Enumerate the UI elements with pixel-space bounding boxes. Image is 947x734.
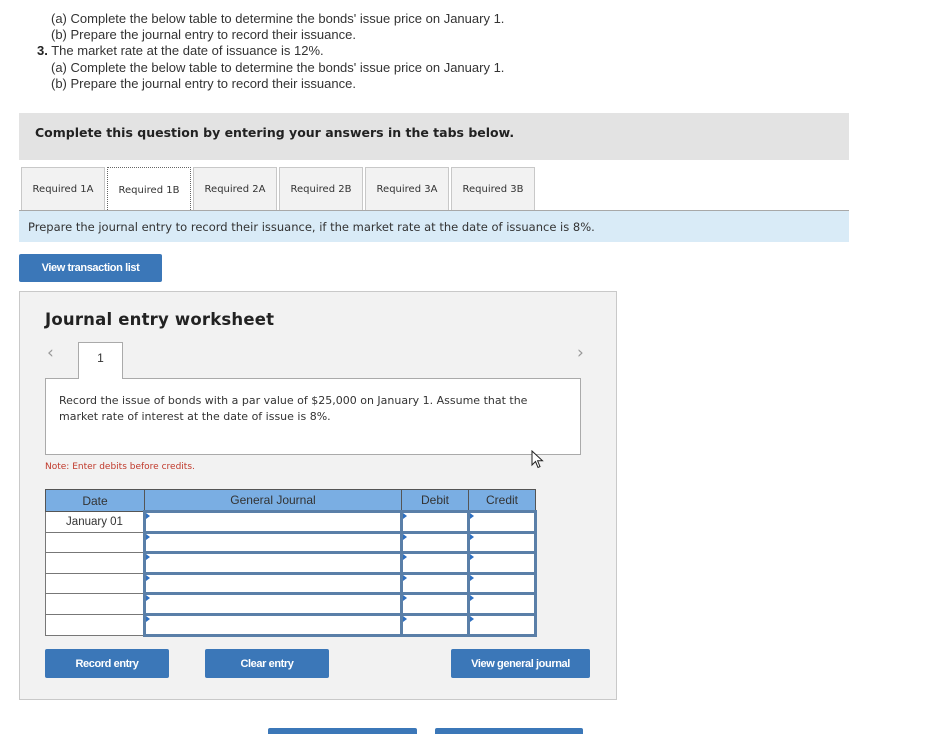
account-input[interactable] [143,592,403,616]
prev-section-button[interactable] [268,728,417,734]
transaction-description: Record the issue of bonds with a par val… [45,378,581,455]
banner-text: Complete this question by entering your … [35,125,515,140]
entry-page-tab[interactable]: 1 [78,342,123,379]
intro-item-3: 3. The market rate at the date of issuan… [37,43,324,58]
general-journal-table: Date General Journal Debit Credit Januar… [45,489,537,637]
table-row [45,592,537,616]
credit-input[interactable] [467,551,537,575]
account-input[interactable] [143,510,403,534]
credit-input[interactable] [467,530,537,555]
tab-required-1a[interactable]: Required 1A [21,167,105,211]
debits-note: Note: Enter debits before credits. [45,462,195,472]
table-header-row: Date General Journal Debit Credit [45,489,536,512]
transaction-description-text: Record the issue of bonds with a par val… [59,394,528,423]
intro-line-3b: (b) Prepare the journal entry to record … [51,76,356,91]
instruction-banner: Complete this question by entering your … [19,113,849,160]
item-number: 3. [37,43,48,58]
debit-input[interactable] [400,510,470,534]
credit-input[interactable] [467,571,537,596]
debit-input[interactable] [400,551,470,575]
account-input[interactable] [143,551,403,575]
header-debit: Debit [401,489,469,512]
header-date: Date [45,489,145,512]
view-general-journal-button[interactable]: View general journal [451,649,590,678]
debit-input[interactable] [400,530,470,555]
table-row [45,612,537,637]
tab-required-2b[interactable]: Required 2B [279,167,363,211]
debit-input[interactable] [400,592,470,616]
credit-input[interactable] [467,510,537,534]
date-cell [45,552,145,574]
intro-line-2a: (a) Complete the below table to determin… [51,11,505,26]
account-input[interactable] [143,530,403,555]
tab-instruction: Prepare the journal entry to record thei… [19,211,849,242]
account-input[interactable] [143,612,403,637]
header-credit: Credit [468,489,536,512]
table-row [45,571,537,596]
date-cell: January 01 [45,511,145,533]
intro-line-2b: (b) Prepare the journal entry to record … [51,27,356,42]
debit-input[interactable] [400,571,470,596]
tab-required-3a[interactable]: Required 3A [365,167,449,211]
table-row [45,551,537,575]
header-general-journal: General Journal [144,489,402,512]
item-3-text: The market rate at the date of issuance … [51,43,324,58]
date-cell [45,531,145,554]
date-cell [45,572,145,595]
tab-required-3b[interactable]: Required 3B [451,167,535,211]
mouse-cursor-icon [531,450,544,469]
required-tabs: Required 1A Required 1B Required 2A Requ… [21,167,537,212]
view-transaction-list-button[interactable]: View transaction list [19,254,162,282]
journal-entry-worksheet: Journal entry worksheet ‹ › 1 Record the… [19,291,617,700]
chevron-left-icon[interactable]: ‹ [47,343,54,363]
tab-instruction-text: Prepare the journal entry to record thei… [28,220,595,234]
credit-input[interactable] [467,592,537,616]
chevron-right-icon[interactable]: › [577,343,584,363]
intro-line-3a: (a) Complete the below table to determin… [51,60,505,75]
date-cell [45,593,145,615]
table-row [45,530,537,555]
debit-input[interactable] [400,612,470,637]
date-cell [45,613,145,636]
worksheet-title: Journal entry worksheet [45,310,275,329]
tab-required-2a[interactable]: Required 2A [193,167,277,211]
record-entry-button[interactable]: Record entry [45,649,169,678]
clear-entry-button[interactable]: Clear entry [205,649,329,678]
tab-required-1b[interactable]: Required 1B [107,167,191,212]
next-section-button[interactable] [435,728,583,734]
table-row: January 01 [45,510,537,534]
account-input[interactable] [143,571,403,596]
credit-input[interactable] [467,612,537,637]
